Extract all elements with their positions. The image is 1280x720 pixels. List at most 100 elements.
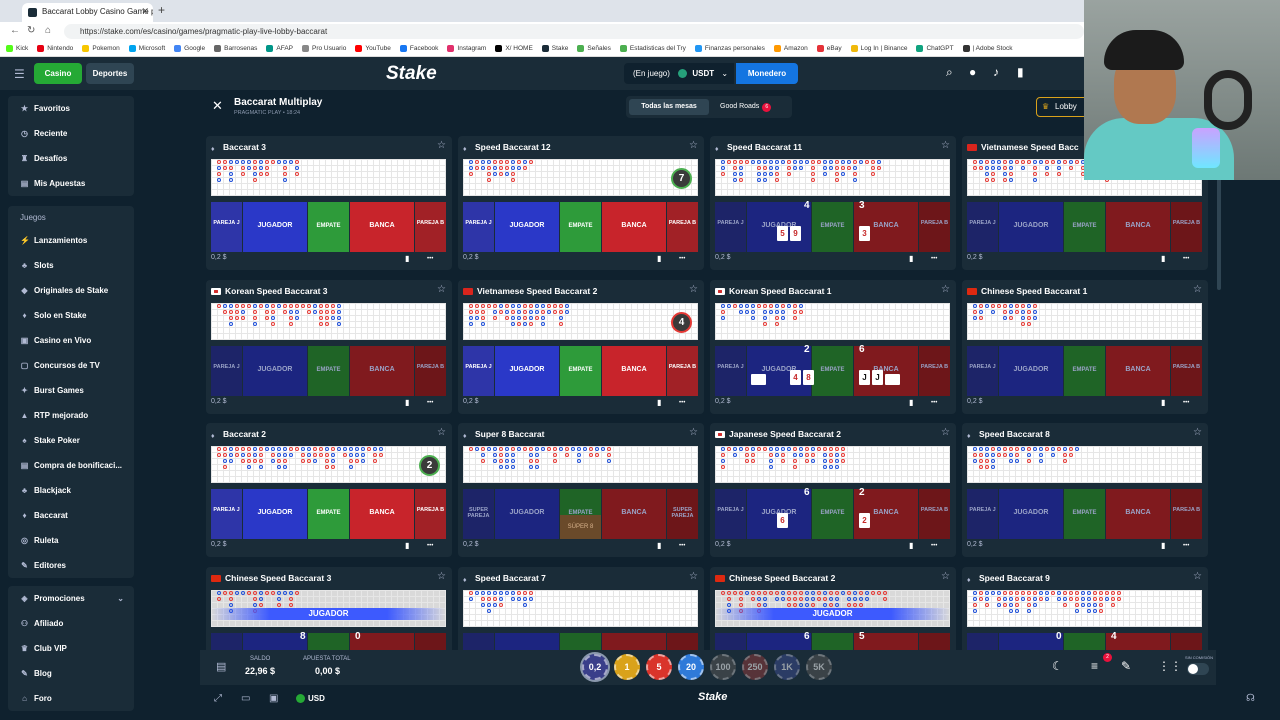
table-card[interactable]: ♦ Baccarat 3 ☆ PAREJA J JUGADOR EMPATE BANCA PA…	[206, 136, 452, 270]
bookmark-item[interactable]: Pro Usuario	[302, 45, 346, 52]
bet-pareja-jugador[interactable]: PAREJA J	[715, 202, 746, 252]
chip-250[interactable]: 250	[742, 654, 768, 680]
bet-empate[interactable]: EMPATE	[560, 633, 601, 650]
bookmark-item[interactable]: Google	[174, 45, 205, 52]
bet-pareja-jugador[interactable]: PAREJA J	[715, 489, 746, 539]
bookmark-item[interactable]: Facebook	[399, 45, 438, 52]
bet-empate[interactable]: EMPATE	[812, 202, 853, 252]
browser-tab[interactable]: Baccarat Lobby Casino Game por ✕	[22, 3, 153, 22]
bet-empate[interactable]: EMPATE	[308, 489, 349, 539]
menu-icon[interactable]: ☰	[14, 67, 25, 81]
bookmark-item[interactable]: Pokemon	[82, 45, 120, 52]
bookmark-item[interactable]: Nintendo	[37, 45, 73, 52]
bet-jugador[interactable]: JUGADOR	[999, 489, 1063, 539]
bet-banca[interactable]: BANCA	[350, 346, 414, 396]
sidebar-item-compra-de-bonificaci[interactable]: ▤ Compra de bonificaci...	[8, 453, 134, 478]
bet-pareja-jugador[interactable]: PAREJA J	[463, 202, 494, 252]
bet-jugador[interactable]: JUGADOR	[747, 346, 811, 396]
bookmark-item[interactable]: Finanzas personales	[694, 45, 765, 52]
bet-pareja-jugador[interactable]: SUPER PAREJA	[463, 489, 494, 539]
search-icon[interactable]: ⌕	[946, 65, 953, 80]
filter-all-tables[interactable]: Todas las mesas	[629, 99, 709, 115]
more-icon[interactable]: •••	[931, 543, 937, 549]
stake-logo[interactable]: Stake	[386, 63, 437, 85]
sidebar-item-blog[interactable]: ✎ Blog	[8, 661, 134, 686]
bookmark-item[interactable]: X/ HOME	[495, 45, 533, 52]
favorite-star-icon[interactable]: ☆	[941, 571, 950, 582]
history-icon[interactable]: ≡	[1091, 659, 1098, 673]
more-icon[interactable]: •••	[931, 256, 937, 262]
bookmark-item[interactable]: Amazon	[773, 45, 808, 52]
table-card[interactable]: ♦ Speed Baccarat 8 ☆ PAREJA J JUGADOR EMPATE B…	[962, 423, 1208, 557]
bet-pareja-jugador[interactable]: PAREJA J	[967, 633, 998, 650]
bet-jugador[interactable]: JUGADOR	[999, 202, 1063, 252]
sidebar-item-baccarat[interactable]: ♦ Baccarat	[8, 503, 134, 528]
video-icon[interactable]: ▮	[909, 254, 913, 263]
bet-banca[interactable]: BANCA	[1106, 346, 1170, 396]
more-icon[interactable]: •••	[427, 543, 433, 549]
more-icon[interactable]: •••	[1183, 543, 1189, 549]
bet-jugador[interactable]: JUGADOR	[243, 346, 307, 396]
bookmark-item[interactable]: Barrosenas	[214, 45, 257, 52]
bet-pareja-banca[interactable]: SUPER PAREJA	[667, 489, 698, 539]
bookmark-item[interactable]: eBay	[816, 45, 842, 52]
night-mode-icon[interactable]: ☾	[1052, 659, 1063, 673]
bookmark-item[interactable]: YouTube	[355, 45, 391, 52]
sidebar-item-lanzamientos[interactable]: ⚡ Lanzamientos	[8, 228, 134, 253]
bet-empate[interactable]: EMPATE	[560, 346, 601, 396]
bet-pareja-banca[interactable]: PAREJA B	[1171, 489, 1202, 539]
table-card[interactable]: ♦Speed Baccarat 9☆PAREJA JJUGADOREMPATEB…	[962, 567, 1208, 650]
bookmark-item[interactable]: Microsoft	[128, 45, 165, 52]
bet-pareja-jugador[interactable]: PAREJA J	[211, 633, 242, 650]
table-card[interactable]: Chinese Speed Baccarat 3☆JUGADORPAREJA J…	[206, 567, 452, 650]
video-icon[interactable]: ▮	[657, 398, 661, 407]
grid-icon[interactable]: ⋮⋮	[1158, 659, 1182, 673]
bet-pareja-banca[interactable]: PAREJA B	[415, 202, 446, 252]
bet-empate[interactable]: EMPATE	[1064, 202, 1105, 252]
bookmark-item[interactable]: Estadisticas del Try	[619, 45, 686, 52]
sidebar-item-burst-games[interactable]: ✦ Burst Games	[8, 378, 134, 403]
video-icon[interactable]: ▮	[1161, 254, 1165, 263]
video-icon[interactable]: ▮	[657, 254, 661, 263]
user-icon[interactable]: ●	[969, 65, 976, 79]
more-icon[interactable]: •••	[679, 543, 685, 549]
chip-100[interactable]: 100	[710, 654, 736, 680]
support-icon[interactable]: ☊	[1246, 693, 1255, 704]
bet-banca[interactable]: BANCA	[1106, 489, 1170, 539]
chip-5[interactable]: 5	[646, 654, 672, 680]
bet-pareja-jugador[interactable]: PAREJA J	[715, 633, 746, 650]
footer-currency[interactable]: USD	[308, 694, 325, 703]
bet-pareja-banca[interactable]: PAREJA B	[415, 346, 446, 396]
bet-pareja-jugador[interactable]: PAREJA J	[463, 633, 494, 650]
table-card[interactable]: Japanese Speed Baccarat 2☆PAREJA JJUGADO…	[710, 423, 956, 557]
video-icon[interactable]: ▮	[1161, 398, 1165, 407]
bet-empate[interactable]: EMPATE	[812, 633, 853, 650]
bet-empate[interactable]: EMPATE	[1064, 489, 1105, 539]
bet-empate[interactable]: EMPATE	[1064, 346, 1105, 396]
bookmark-item[interactable]: Kick	[6, 45, 28, 52]
bet-empate[interactable]: EMPATE	[560, 202, 601, 252]
sidebar-item-blackjack[interactable]: ♣ Blackjack	[8, 478, 134, 503]
video-icon[interactable]: ▮	[405, 254, 409, 263]
bet-jugador[interactable]: JUGADOR	[495, 202, 559, 252]
table-card[interactable]: ♦ Speed Baccarat 7 ☆ PAREJA JJUGADOREMPATEB…	[458, 567, 704, 650]
more-icon[interactable]: •••	[1183, 256, 1189, 262]
favorite-star-icon[interactable]: ☆	[689, 140, 698, 151]
favorite-star-icon[interactable]: ☆	[1193, 284, 1202, 295]
close-icon[interactable]: ✕	[212, 98, 223, 114]
favorite-star-icon[interactable]: ☆	[941, 284, 950, 295]
reload-icon[interactable]: ↻	[27, 25, 35, 36]
bet-jugador[interactable]: JUGADOR	[243, 489, 307, 539]
bet-empate[interactable]: EMPATE	[308, 633, 349, 650]
favorite-star-icon[interactable]: ☆	[689, 284, 698, 295]
bet-jugador[interactable]: JUGADOR	[243, 633, 307, 650]
bet-empate[interactable]: EMPATE	[1064, 633, 1105, 650]
chip-20[interactable]: 20	[678, 654, 704, 680]
bet-pareja-banca[interactable]: PAREJA B	[1171, 202, 1202, 252]
bet-pareja-banca[interactable]: PAREJA B	[1171, 633, 1202, 650]
sidebar-item-mis-apuestas[interactable]: ▤ Mis Apuestas	[8, 171, 134, 196]
close-tab-icon[interactable]: ✕	[141, 6, 149, 17]
favorite-star-icon[interactable]: ☆	[437, 284, 446, 295]
table-card[interactable]: Chinese Speed Baccarat 2☆JUGADORPAREJA J…	[710, 567, 956, 650]
sidebar-item-solo-en-stake[interactable]: ♦ Solo en Stake	[8, 303, 134, 328]
